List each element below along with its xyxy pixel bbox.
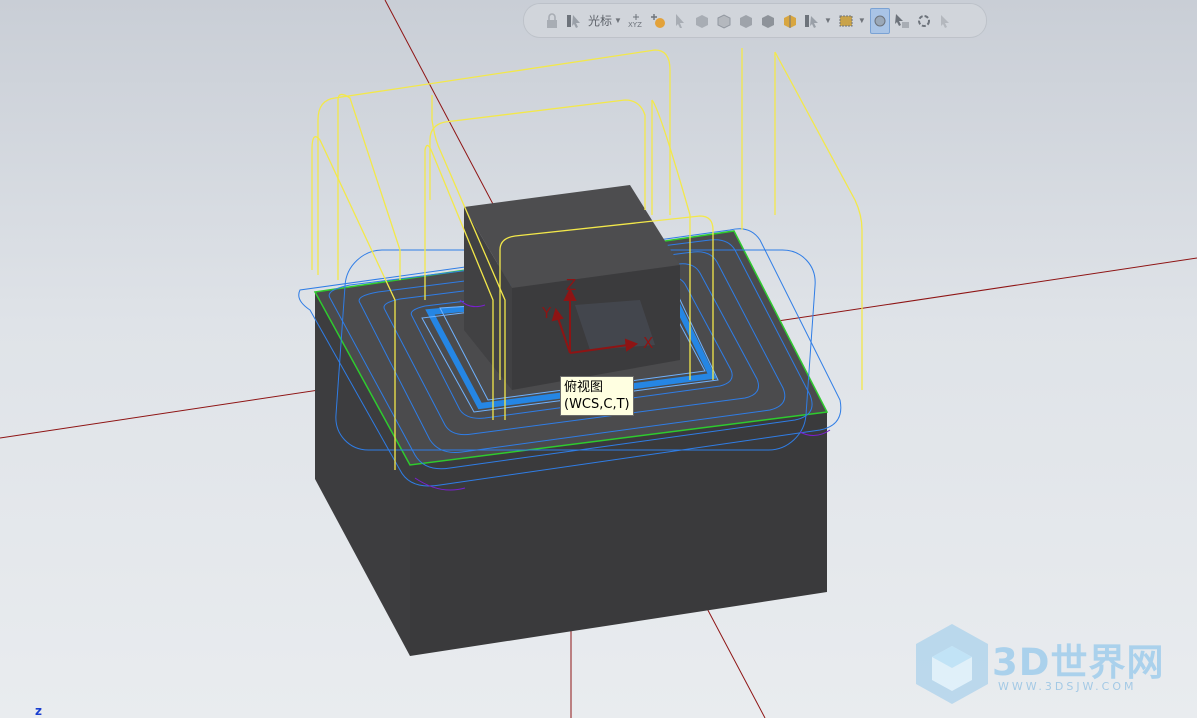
chevron-down-icon-3[interactable]: ▼: [858, 16, 866, 25]
view-toolbar: 光标 ▼ XYZ ▼ ▼: [524, 4, 986, 37]
wireframe-icon[interactable]: [736, 11, 756, 31]
snap-xyz-icon[interactable]: XYZ: [626, 11, 646, 31]
watermark-url: WWW.3DSJW.COM: [998, 680, 1137, 693]
watermark: 3D世界网 WWW.3DSJW.COM: [912, 622, 1182, 706]
section-icon[interactable]: [780, 11, 800, 31]
pointer-icon[interactable]: [670, 11, 690, 31]
graphics-viewport[interactable]: Z X Y: [0, 0, 1197, 718]
y-axis-label: Y: [541, 304, 552, 322]
svg-text:XYZ: XYZ: [628, 21, 642, 29]
view-tooltip: 俯视图 (WCS,C,T): [560, 376, 634, 416]
orient-view-icon[interactable]: [869, 7, 890, 34]
box-select-icon[interactable]: [836, 11, 856, 31]
chevron-down-icon-2[interactable]: ▼: [824, 16, 832, 25]
x-axis-label: X: [643, 334, 653, 352]
select-tool-icon[interactable]: [892, 11, 912, 31]
tooltip-subtitle: (WCS,C,T): [564, 397, 630, 412]
watermark-title: 3D世界网: [992, 641, 1165, 684]
lock-icon[interactable]: [542, 11, 562, 31]
shaded-icon[interactable]: [692, 11, 712, 31]
corner-axis-label: z: [35, 704, 42, 718]
z-axis-label: Z: [566, 276, 576, 294]
rotate-icon[interactable]: [914, 11, 934, 31]
chevron-down-icon[interactable]: ▼: [614, 16, 622, 25]
tooltip-title: 俯视图: [564, 380, 604, 395]
cursor-label[interactable]: 光标: [588, 12, 612, 29]
hidden-icon[interactable]: [758, 11, 778, 31]
fit-icon[interactable]: [936, 11, 956, 31]
select-filter-icon[interactable]: [802, 11, 822, 31]
cube-logo-icon: [916, 624, 988, 704]
add-point-icon[interactable]: [648, 11, 668, 31]
shaded-edges-icon[interactable]: [714, 11, 734, 31]
select-cursor-icon[interactable]: [564, 11, 584, 31]
